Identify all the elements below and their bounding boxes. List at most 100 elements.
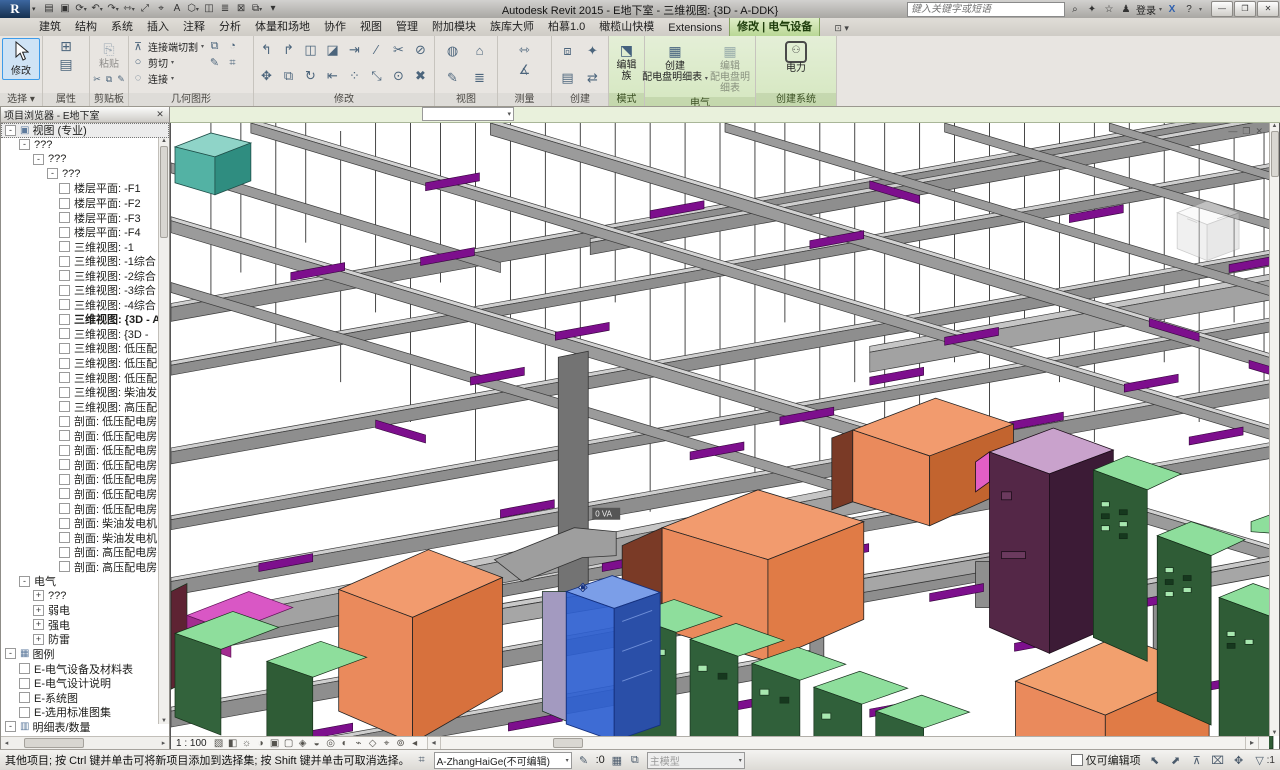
customize-qat-icon[interactable]: ▾ bbox=[266, 2, 281, 16]
worksharing-display-icon[interactable]: ⊚ bbox=[394, 738, 408, 749]
tree-expander-icon[interactable] bbox=[59, 416, 70, 427]
tree-expander-icon[interactable] bbox=[59, 198, 70, 209]
panel-label-clipboard[interactable]: 剪贴板 bbox=[90, 93, 128, 106]
ribbon-tab[interactable]: 插入 bbox=[140, 16, 176, 36]
tree-item[interactable]: 剖面: 低压配电房 bbox=[1, 458, 169, 473]
tree-expander-icon[interactable] bbox=[59, 445, 70, 456]
mirror-draw-axis-icon[interactable]: ◪ bbox=[322, 38, 343, 62]
copy-icon[interactable]: ⧉ bbox=[104, 71, 115, 87]
tree-expander-icon[interactable] bbox=[59, 401, 70, 412]
panel-label-view[interactable]: 视图 bbox=[435, 93, 497, 106]
cut-profile-icon[interactable]: ⌂ bbox=[467, 38, 493, 63]
match-type-icon[interactable]: ✎ bbox=[116, 71, 127, 87]
exchange-apps-icon[interactable]: X bbox=[1165, 4, 1179, 15]
hidden-line-icon[interactable]: ◍ bbox=[440, 38, 466, 63]
tree-item[interactable]: 剖面: 低压配电房 bbox=[1, 487, 169, 502]
switch-windows-icon[interactable]: ⧉▾ bbox=[250, 2, 265, 16]
power-system-button[interactable]: ⚇ 电力 bbox=[772, 38, 820, 77]
tree-expander-icon[interactable] bbox=[59, 285, 70, 296]
tree-expander-icon[interactable]: - bbox=[5, 648, 16, 659]
copy-element-icon[interactable]: ⧉ bbox=[278, 64, 299, 88]
properties-icon[interactable]: ▤ bbox=[58, 56, 75, 72]
rendering-dialog-icon[interactable]: ▣ bbox=[268, 738, 282, 749]
minimize-button[interactable]: — bbox=[1211, 1, 1233, 17]
tree-item[interactable]: 楼层平面: -F1 bbox=[1, 181, 169, 196]
ribbon-tab[interactable]: 结构 bbox=[68, 16, 104, 36]
help-caret-icon[interactable]: ▾ bbox=[1199, 6, 1202, 13]
join-geometry-icon[interactable]: ◌连接▾ bbox=[131, 70, 204, 86]
aligned-dimension-icon[interactable]: ⤢ bbox=[138, 2, 153, 16]
undo-icon[interactable]: ↶▾ bbox=[90, 2, 105, 16]
tree-expander-icon[interactable] bbox=[59, 343, 70, 354]
tree-expander-icon[interactable] bbox=[59, 299, 70, 310]
tree-expander-icon[interactable] bbox=[59, 314, 70, 325]
cut-icon[interactable]: ✂ bbox=[92, 71, 103, 87]
tree-expander-icon[interactable] bbox=[19, 692, 30, 703]
panel-label-geometry[interactable]: 几何图形 bbox=[129, 93, 253, 106]
tree-expander-icon[interactable] bbox=[59, 241, 70, 252]
measure-between-refs-icon[interactable]: ⇿ bbox=[516, 42, 533, 58]
tag-by-category-icon[interactable]: ⌖ bbox=[154, 2, 169, 16]
paint-icon[interactable]: ✎ bbox=[206, 55, 223, 71]
detail-level-icon[interactable]: ▧ bbox=[212, 738, 226, 749]
tree-item[interactable]: + 强电 bbox=[1, 618, 169, 633]
ribbon-tab[interactable]: 橄榄山快模 bbox=[592, 16, 661, 36]
tree-expander-icon[interactable]: + bbox=[33, 619, 44, 630]
scroll-thumb[interactable] bbox=[553, 738, 583, 748]
options-dropdown[interactable]: ▾ bbox=[422, 107, 514, 121]
split-with-gap-icon[interactable]: ✂ bbox=[388, 38, 409, 62]
tree-expander-icon[interactable] bbox=[59, 372, 70, 383]
communication-center-icon[interactable]: ✦ bbox=[1085, 4, 1099, 15]
design-options-icon[interactable]: ▦ bbox=[610, 754, 624, 767]
tree-item[interactable]: - ▥ 明细表/数量 bbox=[1, 719, 169, 734]
sun-path-icon[interactable]: ☼ bbox=[240, 738, 254, 749]
thin-lines-icon[interactable]: ≣ bbox=[218, 2, 233, 16]
panel-label-modify[interactable]: 修改 bbox=[254, 93, 434, 106]
tree-item[interactable]: E-选用标准图集 bbox=[1, 705, 169, 720]
panel-label-create[interactable]: 创建 bbox=[552, 93, 608, 106]
ribbon-tab[interactable]: 系统 bbox=[104, 16, 140, 36]
ribbon-tab[interactable]: 族库大师 bbox=[483, 16, 541, 36]
tree-item[interactable]: + 防雷 bbox=[1, 632, 169, 647]
temporary-view-properties-icon[interactable]: ◐ bbox=[338, 738, 352, 749]
revit-application-menu[interactable]: R bbox=[0, 0, 30, 18]
show-constraints-icon[interactable]: ⌖ bbox=[380, 738, 394, 749]
modify-tool-button[interactable]: 修改 bbox=[2, 38, 40, 80]
tree-expander-icon[interactable] bbox=[59, 503, 70, 514]
show-crop-region-icon[interactable]: ◈ bbox=[296, 738, 310, 749]
create-similar-icon[interactable]: ✦ bbox=[581, 38, 605, 63]
tree-item[interactable]: - 电气 bbox=[1, 574, 169, 589]
sign-in-button[interactable]: 登录 bbox=[1136, 2, 1156, 17]
ribbon-tab[interactable]: 修改 | 电气设备 bbox=[729, 15, 820, 36]
analytical-model-icon[interactable]: ⌁ bbox=[352, 738, 366, 749]
tree-item[interactable]: - ??? bbox=[1, 167, 169, 182]
collapse-bar-icon[interactable]: ◂ bbox=[408, 738, 422, 749]
tree-item[interactable]: + ??? bbox=[1, 589, 169, 604]
create-panel-schedule-button[interactable]: ▦ 创建 配电盘明细表 ▾ bbox=[647, 38, 703, 88]
redo-icon[interactable]: ↷▾ bbox=[106, 2, 121, 16]
ribbon-tab[interactable]: 柏慕1.0 bbox=[541, 16, 592, 36]
view-minimize-button[interactable]: — bbox=[1228, 126, 1237, 137]
tree-item[interactable]: 楼层平面: -F2 bbox=[1, 196, 169, 211]
tree-expander-icon[interactable]: - bbox=[19, 139, 30, 150]
panel-label-properties[interactable]: 属性 bbox=[43, 93, 89, 106]
tree-expander-icon[interactable] bbox=[59, 328, 70, 339]
scroll-thumb[interactable] bbox=[1271, 131, 1279, 177]
array-icon[interactable]: ⁘ bbox=[344, 64, 365, 88]
tree-expander-icon[interactable] bbox=[19, 663, 30, 674]
viewport-vscrollbar[interactable]: ▲ ▼ bbox=[1269, 123, 1279, 736]
view-restore-button[interactable]: ❐ bbox=[1242, 126, 1250, 137]
tree-item[interactable]: 三维视图: {3D - bbox=[1, 327, 169, 342]
search-icon[interactable]: ⌕ bbox=[1068, 4, 1082, 15]
tree-expander-icon[interactable] bbox=[19, 678, 30, 689]
close-hidden-windows-icon[interactable]: ⊠ bbox=[234, 2, 249, 16]
editable-only-checkbox-row[interactable]: 仅可编辑项 bbox=[1071, 752, 1141, 768]
select-by-face-icon[interactable]: ⌧ bbox=[1211, 754, 1225, 767]
open-icon[interactable]: ▤ bbox=[42, 2, 57, 16]
scale-icon[interactable]: ⤡ bbox=[366, 64, 387, 88]
measure-along-element-icon[interactable]: ∡ bbox=[516, 62, 533, 78]
tree-expander-icon[interactable] bbox=[59, 256, 70, 267]
tree-expander-icon[interactable] bbox=[59, 518, 70, 529]
active-workset-dropdown[interactable]: A-ZhangHaiGe(不可编辑)▾ bbox=[434, 752, 572, 769]
edit-panel-schedule-button[interactable]: ▦ 编辑 配电盘明细表 bbox=[707, 38, 753, 97]
